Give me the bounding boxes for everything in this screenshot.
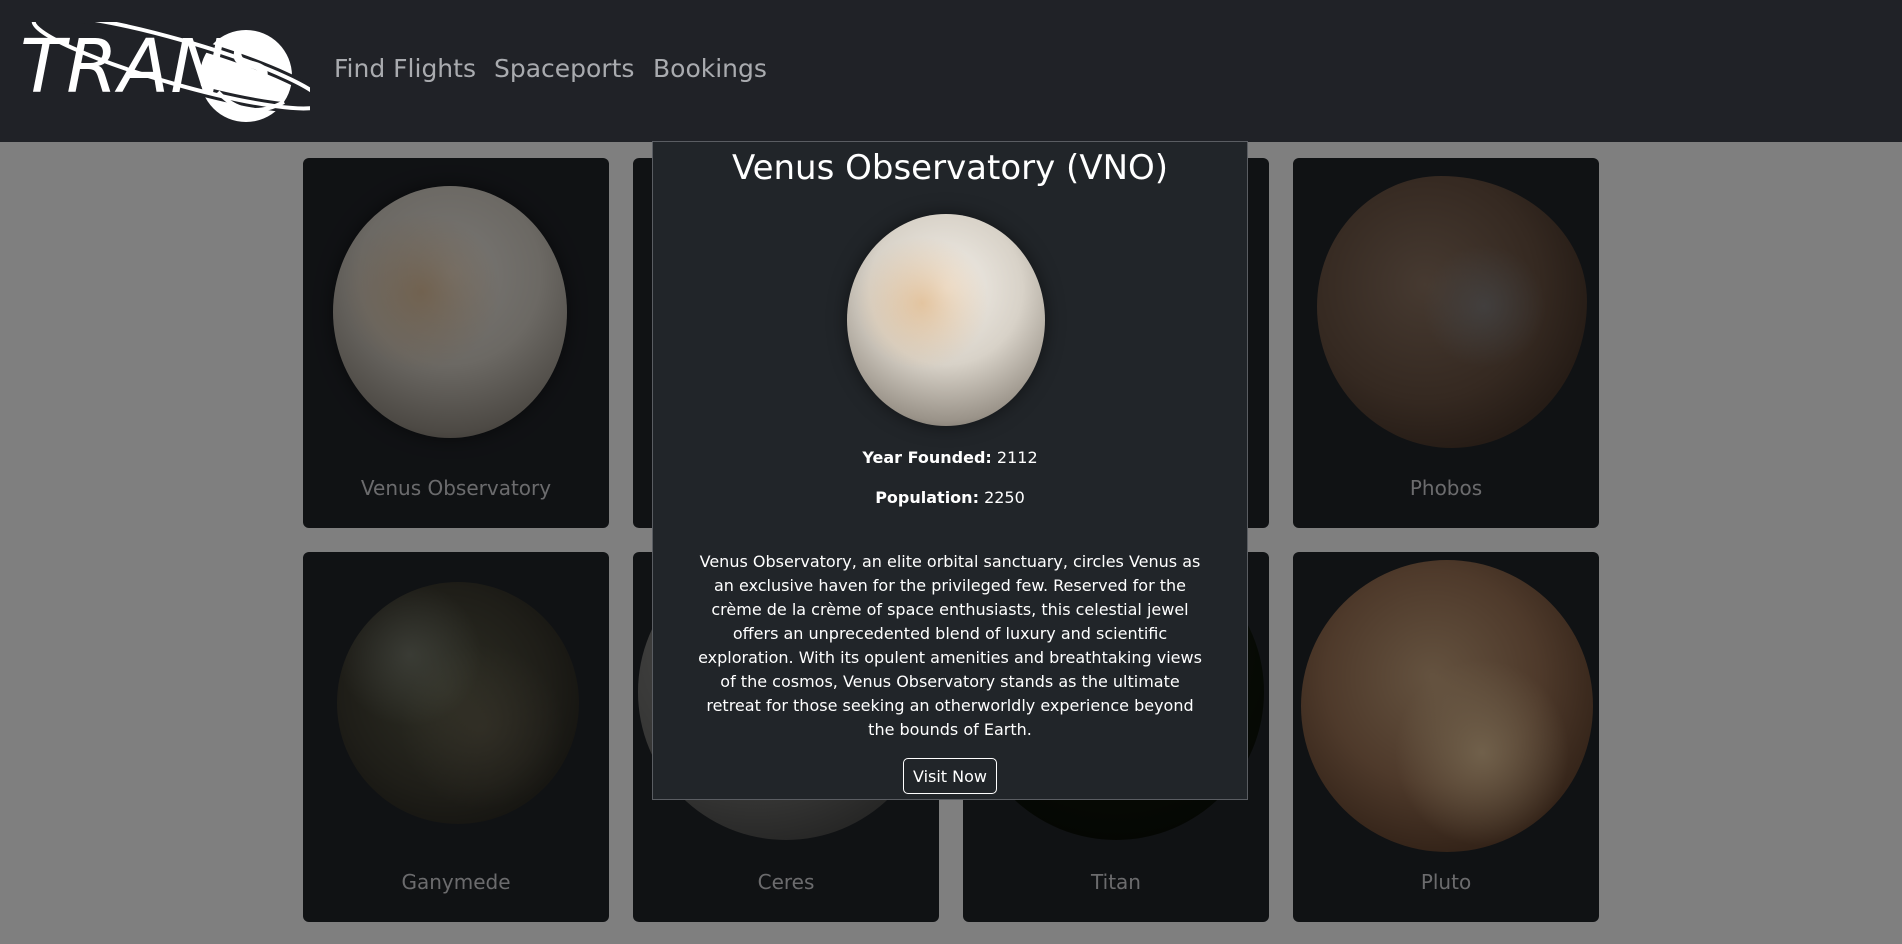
nav-bookings[interactable]: Bookings (653, 54, 767, 83)
logo-wordmark: TRANS (20, 24, 275, 110)
modal-title: Venus Observatory (VNO) (731, 148, 1169, 188)
nav-find-flights[interactable]: Find Flights (334, 54, 476, 83)
spaceport-detail-modal: Venus Observatory (VNO) Year Founded: 21… (652, 141, 1248, 800)
nav-spaceports[interactable]: Spaceports (494, 54, 634, 83)
population: Population: 2250 (653, 488, 1247, 507)
population-value: 2250 (984, 488, 1025, 507)
year-founded-value: 2112 (996, 448, 1038, 467)
visit-now-button[interactable]: Visit Now (903, 758, 997, 794)
year-founded: Year Founded: 2112 (653, 448, 1247, 467)
venus-planet-icon (847, 214, 1045, 426)
year-founded-label: Year Founded: (862, 448, 992, 467)
trans-logo[interactable]: TRANS (18, 22, 310, 122)
navbar: TRANS Find Flights Spaceports Bookings (0, 0, 1902, 142)
population-label: Population: (875, 488, 979, 507)
spaceport-description: Venus Observatory, an elite orbital sanc… (698, 552, 1202, 739)
